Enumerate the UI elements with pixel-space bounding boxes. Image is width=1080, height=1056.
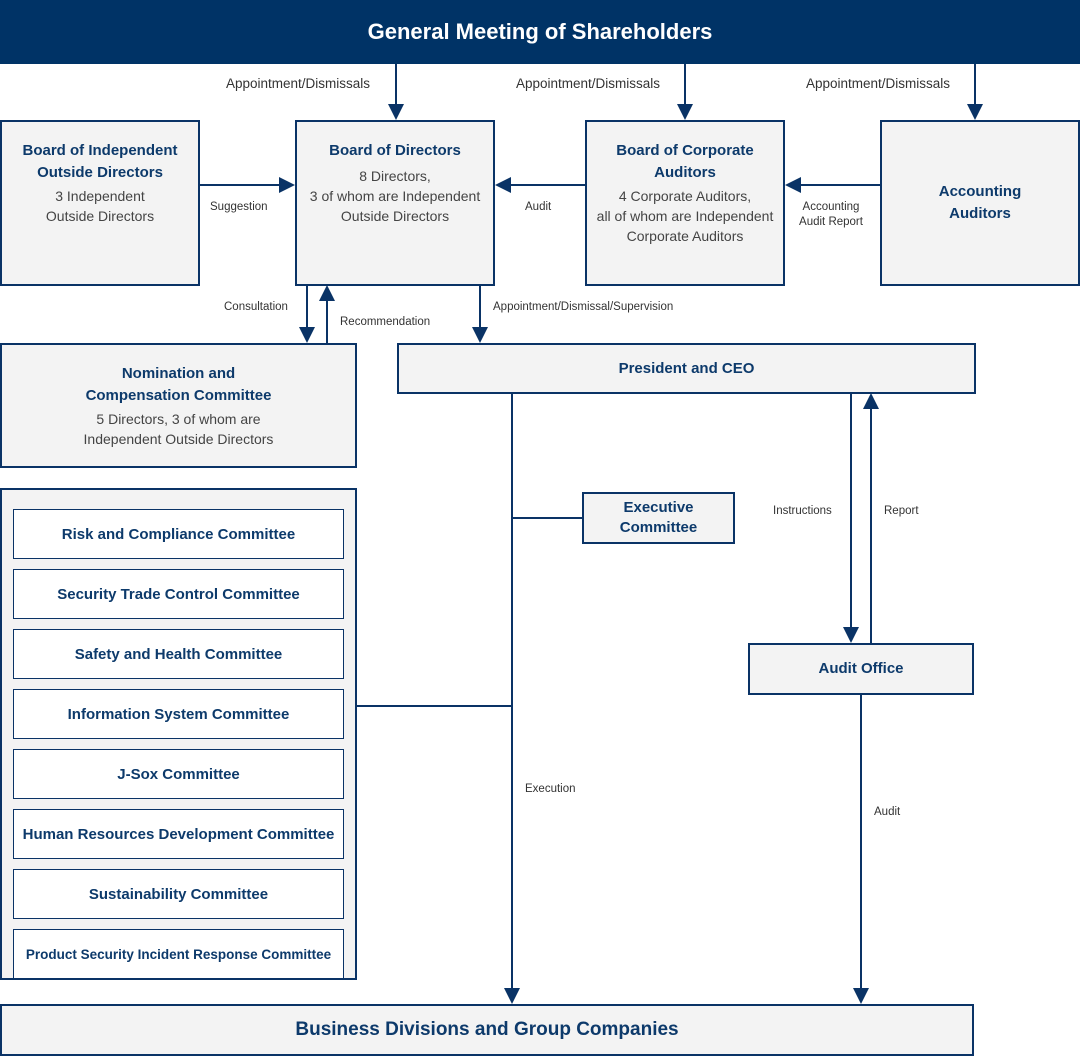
- president-title: President and CEO: [618, 359, 755, 377]
- arrowhead-acct-auditors: [967, 104, 983, 120]
- label-appointment-2: Appointment/Dismissals: [516, 76, 661, 91]
- executive-committee[interactable]: Executive Committee: [582, 492, 735, 544]
- board-directors-desc-3: Outside Directors: [340, 208, 450, 224]
- label-appointment-3: Appointment/Dismissals: [806, 76, 951, 91]
- label-audit-bottom: Audit: [874, 806, 901, 818]
- committee-item[interactable]: J-Sox Committee: [13, 749, 344, 799]
- board-directors-desc-2: 3 of whom are Independent: [309, 188, 481, 204]
- committee-item[interactable]: Safety and Health Committee: [13, 629, 344, 679]
- committee-item[interactable]: Human Resources Development Committee: [13, 809, 344, 859]
- arrowhead-instructions: [843, 627, 859, 643]
- label-accounting-report-line2: Audit Report: [799, 216, 863, 228]
- label-report: Report: [884, 505, 919, 517]
- nomination-desc-1: 5 Directors, 3 of whom are: [96, 410, 261, 427]
- committee-item[interactable]: Product Security Incident Response Commi…: [13, 929, 344, 979]
- board-directors-title: Board of Directors: [329, 142, 461, 159]
- business-divisions-group-companies[interactable]: Business Divisions and Group Companies: [0, 1004, 974, 1056]
- label-appointment-1: Appointment/Dismissals: [226, 76, 371, 91]
- executive-title-2: Committee: [619, 519, 698, 536]
- executive-title-1: Executive: [623, 499, 694, 516]
- audit-office-title: Audit Office: [818, 660, 904, 677]
- arrowhead-directors: [388, 104, 404, 120]
- arrowhead-corp-auditors: [677, 104, 693, 120]
- nomination-title-2: Compensation Committee: [85, 386, 272, 404]
- nomination-desc-2: Independent Outside Directors: [83, 430, 274, 447]
- president-and-ceo[interactable]: President and CEO: [397, 343, 976, 394]
- board-corp-auditors-desc-1: 4 Corporate Auditors,: [618, 188, 752, 204]
- label-audit-top: Audit: [525, 201, 552, 213]
- board-of-directors[interactable]: Board of Directors 8 Directors, 3 of who…: [295, 120, 495, 286]
- arrowhead-suggestion: [279, 177, 295, 193]
- label-recommendation: Recommendation: [340, 316, 431, 328]
- arrowhead-appointment-supervision: [472, 327, 488, 343]
- committees-group: Risk and Compliance Committee Security Tr…: [0, 488, 357, 980]
- committee-item[interactable]: Information System Committee: [13, 689, 344, 739]
- label-instructions: Instructions: [773, 505, 832, 517]
- committee-item[interactable]: Risk and Compliance Committee: [13, 509, 344, 559]
- label-suggestion: Suggestion: [210, 201, 268, 213]
- audit-office[interactable]: Audit Office: [748, 643, 974, 695]
- arrowhead-consultation: [299, 327, 315, 343]
- board-corp-auditors-title-1: Board of Corporate: [616, 142, 754, 159]
- accounting-auditors[interactable]: Accounting Auditors: [880, 120, 1080, 286]
- label-accounting-report-line1: Accounting: [802, 201, 860, 213]
- board-directors-desc-1: 8 Directors,: [359, 168, 431, 184]
- committee-item[interactable]: Sustainability Committee: [13, 869, 344, 919]
- board-corp-auditors-title-2: Auditors: [654, 164, 716, 181]
- arrowhead-audit-bottom: [853, 988, 869, 1004]
- accounting-auditors-title-2: Auditors: [949, 205, 1011, 222]
- board-corp-auditors-desc-3: Corporate Auditors: [626, 228, 744, 244]
- nomination-title-1: Nomination and: [121, 364, 236, 382]
- board-of-corporate-auditors[interactable]: Board of Corporate Auditors 4 Corporate …: [585, 120, 785, 286]
- business-title: Business Divisions and Group Companies: [295, 1019, 679, 1040]
- board-corp-auditors-desc-2: all of whom are Independent: [596, 208, 774, 224]
- accounting-auditors-title-1: Accounting: [938, 183, 1022, 200]
- board-independent-outside-directors[interactable]: Board of Independent Outside Directors 3…: [0, 120, 200, 286]
- arrowhead-recommendation: [319, 285, 335, 301]
- label-appointment-supervision: Appointment/Dismissal/Supervision: [493, 301, 674, 313]
- arrowhead-report: [863, 393, 879, 409]
- board-independent-title-1: Board of Independent: [22, 142, 178, 159]
- label-accounting-audit-report: Accounting Audit Report: [796, 200, 866, 230]
- board-independent-title-2: Outside Directors: [37, 164, 163, 181]
- arrowhead-accounting-report: [785, 177, 801, 193]
- label-execution: Execution: [525, 783, 576, 795]
- board-independent-desc-1: 3 Independent: [55, 188, 145, 204]
- arrowhead-audit-top: [495, 177, 511, 193]
- committee-item[interactable]: Security Trade Control Committee: [13, 569, 344, 619]
- committee-list: Risk and Compliance Committee Security Tr…: [13, 509, 344, 979]
- label-consultation: Consultation: [224, 301, 288, 313]
- arrowhead-execution: [504, 988, 520, 1004]
- board-independent-desc-2: Outside Directors: [45, 208, 155, 224]
- nomination-compensation-committee[interactable]: Nomination and Compensation Committee 5 …: [0, 343, 357, 468]
